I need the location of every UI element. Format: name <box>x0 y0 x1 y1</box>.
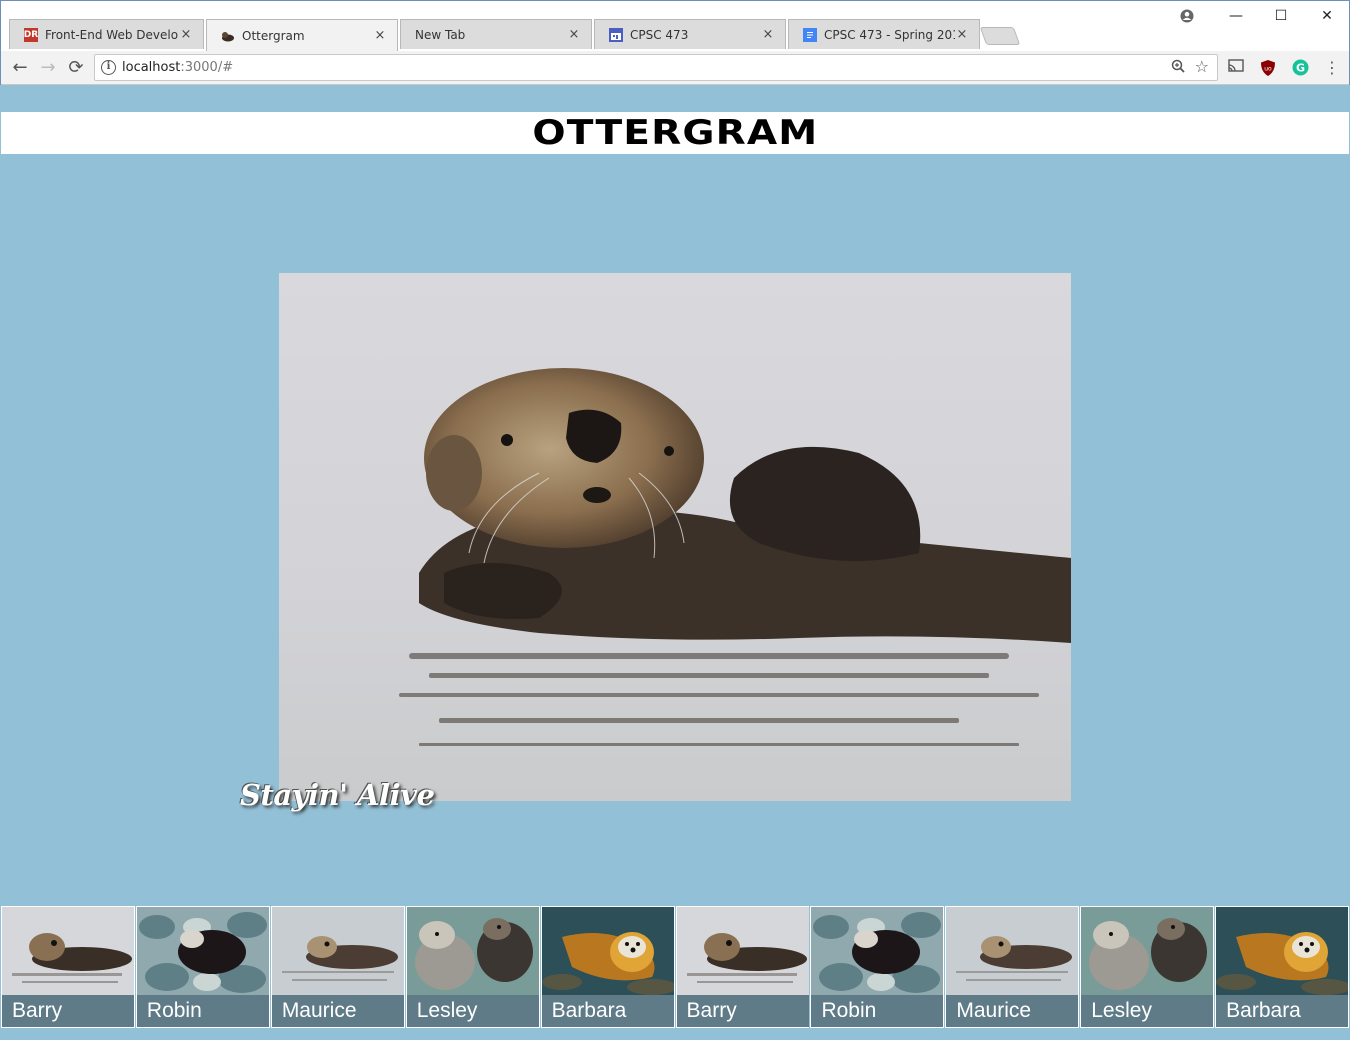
tab-new-tab[interactable]: New Tab × <box>400 19 592 49</box>
grammarly-icon[interactable]: G <box>1291 59 1309 77</box>
thumbnail-image <box>2 907 134 995</box>
site-logo: OTTERGRAM <box>531 113 819 153</box>
thumbnail-image <box>271 907 404 995</box>
minimize-icon[interactable]: — <box>1216 5 1256 27</box>
thumbnail-title: Maurice <box>271 995 404 1027</box>
thumbnail-item[interactable]: Lesley <box>1080 906 1215 1028</box>
thumbnail-image <box>541 907 674 995</box>
cast-icon[interactable] <box>1227 59 1245 77</box>
thumbnail-title: Maurice <box>946 995 1079 1027</box>
tab-close-icon[interactable]: × <box>179 27 193 42</box>
maximize-icon[interactable]: ☐ <box>1261 5 1301 27</box>
thumbnail-title: Lesley <box>406 995 539 1027</box>
tab-cpsc-473-spring-2018[interactable]: CPSC 473 - Spring 2018 × <box>788 19 980 49</box>
thumbnail-title: Barry <box>2 995 134 1027</box>
tab-title: Ottergram <box>242 28 305 43</box>
thumbnail-item[interactable]: Barry <box>675 906 810 1028</box>
tab-title: Front-End Web Develop <box>45 27 179 42</box>
thumbnail-image <box>1081 907 1214 995</box>
url-host: localhost <box>122 60 181 75</box>
thumbnail-title: Robin <box>136 995 269 1027</box>
site-info-icon[interactable]: i <box>101 60 116 75</box>
thumbnail-title: Barry <box>676 995 809 1027</box>
thumbnail-item[interactable]: Barry <box>1 906 135 1028</box>
site-header: OTTERGRAM <box>1 112 1349 154</box>
tab-close-icon[interactable]: × <box>373 28 387 43</box>
thumbnail-image <box>946 907 1079 995</box>
thumbnail-title: Barbara <box>1216 995 1349 1027</box>
thumbnail-image <box>811 907 944 995</box>
reload-icon[interactable]: ⟳ <box>63 55 89 81</box>
thumbnail-item[interactable]: Robin <box>135 906 270 1028</box>
tab-cpsc-473[interactable]: CPSC 473 × <box>594 19 786 49</box>
thumbnail-image <box>676 907 809 995</box>
thumbnail-image <box>136 907 269 995</box>
thumbnail-title: Robin <box>811 995 944 1027</box>
svg-text:uo: uo <box>1264 66 1272 73</box>
browser-window: DR Front-End Web Develop × Ottergram × N… <box>0 0 1350 85</box>
tab-close-icon[interactable]: × <box>567 27 581 42</box>
address-bar[interactable]: i localhost:3000/# ☆ <box>94 54 1218 81</box>
thumbnail-title: Lesley <box>1081 995 1214 1027</box>
thumbnail-item[interactable]: Barbara <box>540 906 675 1028</box>
thumbnail-item[interactable]: Maurice <box>270 906 405 1028</box>
back-arrow-icon[interactable]: ← <box>7 55 33 81</box>
tab-title: New Tab <box>415 27 466 42</box>
tab-close-icon[interactable]: × <box>761 27 775 42</box>
tab-strip: DR Front-End Web Develop × Ottergram × N… <box>1 1 1349 51</box>
tab-close-icon[interactable]: × <box>955 27 969 42</box>
forward-arrow-icon[interactable]: → <box>35 55 61 81</box>
svg-text:G: G <box>1295 62 1304 75</box>
tab-ottergram[interactable]: Ottergram × <box>206 19 398 51</box>
thumbnail-image <box>1216 907 1349 995</box>
docs-favicon-icon <box>803 27 817 42</box>
calendar-favicon-icon <box>609 27 623 42</box>
thumbnail-item[interactable]: Robin <box>810 906 945 1028</box>
thumbnail-list: Barry Robin Maurice Lesley Barbara Barry… <box>1 906 1350 1028</box>
browser-menu-icon[interactable]: ⋮ <box>1323 59 1341 77</box>
dr-favicon-icon: DR <box>23 27 39 42</box>
tab-title: CPSC 473 <box>630 27 689 42</box>
thumbnail-title: Barbara <box>541 995 674 1027</box>
ublock-shield-icon[interactable]: uo <box>1259 59 1277 77</box>
tab-title: CPSC 473 - Spring 2018 <box>824 27 955 42</box>
otter-detail-photo <box>279 273 1071 801</box>
thumbnail-item[interactable]: Barbara <box>1215 906 1350 1028</box>
thumbnail-item[interactable]: Maurice <box>945 906 1080 1028</box>
url-path: :3000/# <box>180 60 234 75</box>
profile-icon[interactable] <box>1167 5 1207 27</box>
close-window-icon[interactable]: ✕ <box>1307 5 1347 27</box>
thumbnail-image <box>406 907 539 995</box>
detail-title: Stayin' Alive <box>240 778 435 812</box>
otter-favicon-icon <box>221 29 235 43</box>
thumbnail-item[interactable]: Lesley <box>405 906 540 1028</box>
tab-front-end-web-development[interactable]: DR Front-End Web Develop × <box>9 19 204 49</box>
zoom-icon[interactable] <box>1171 59 1185 77</box>
bookmark-star-icon[interactable]: ☆ <box>1195 57 1209 76</box>
browser-toolbar: ← → ⟳ i localhost:3000/# ☆ uo G ⋮ <box>1 51 1349 85</box>
detail-image <box>279 273 1071 801</box>
new-tab-button[interactable] <box>979 27 1021 45</box>
